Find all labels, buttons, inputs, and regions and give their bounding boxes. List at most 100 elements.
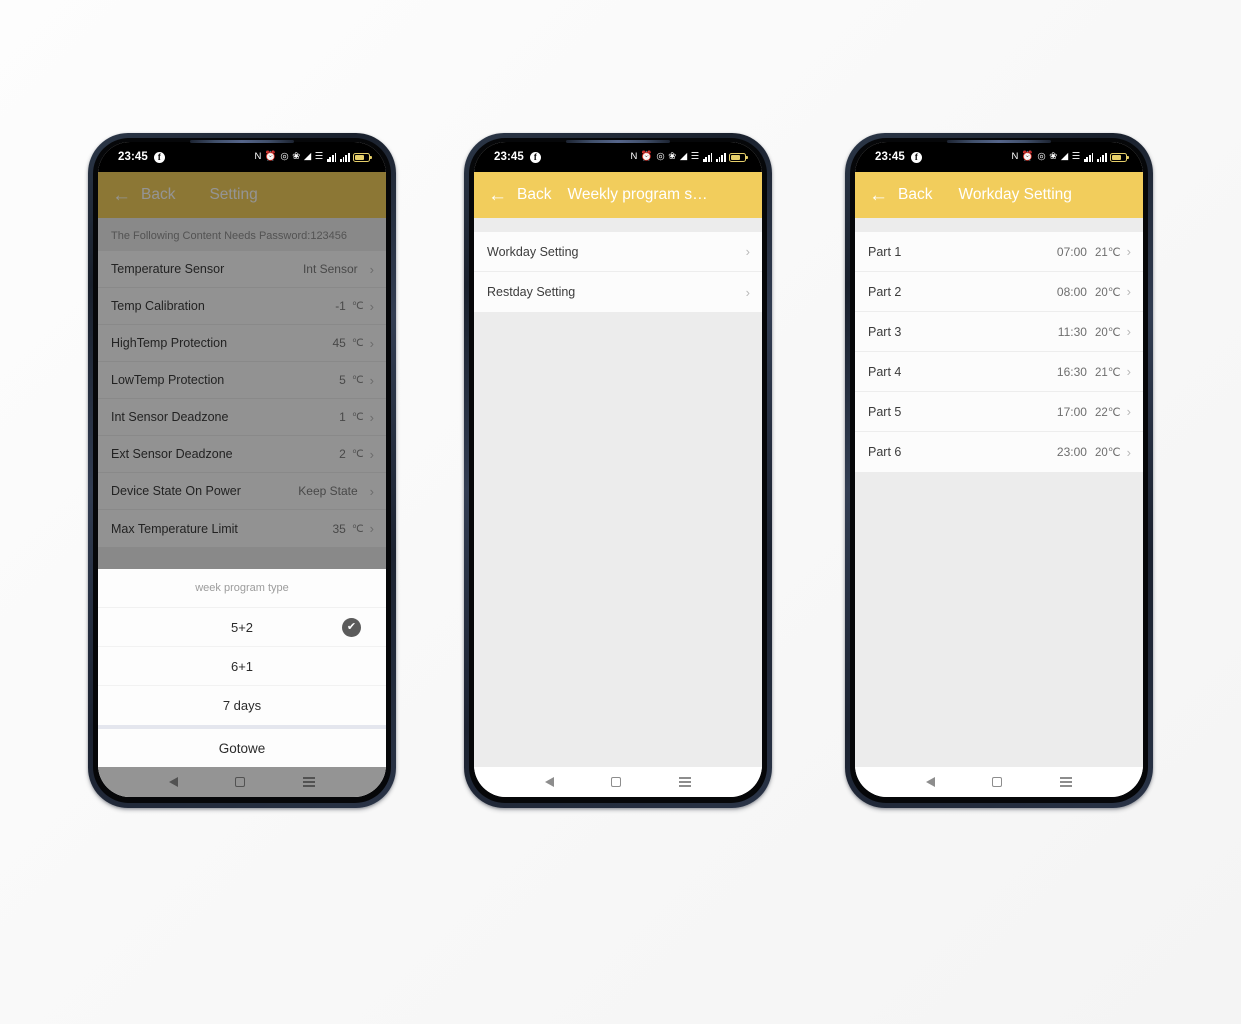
status-bar: 23:45 f N ⏰ ◎ ❀ ◢ ☰: [474, 142, 762, 172]
sheet-option-6plus1[interactable]: 6+1: [98, 647, 386, 686]
chevron-right-icon: ›: [369, 483, 374, 499]
password-note: The Following Content Needs Password:123…: [98, 218, 386, 251]
back-button-label[interactable]: Back: [517, 186, 551, 204]
earpiece-speaker-icon: [566, 140, 670, 143]
row-unit: ℃: [351, 374, 364, 386]
row-value: Keep State: [298, 484, 358, 498]
sheet-option-5plus2[interactable]: 5+2 ✔: [98, 608, 386, 647]
list-item-workday-setting[interactable]: Workday Setting ›: [474, 232, 762, 272]
sheet-option-7days[interactable]: 7 days: [98, 686, 386, 725]
done-button[interactable]: Gotowe: [98, 729, 386, 767]
page-title: Setting: [209, 186, 258, 203]
content-top-spacer: [855, 218, 1143, 232]
row-label: Part 6: [868, 445, 902, 459]
battery-icon: [1110, 152, 1129, 162]
nav-back-icon[interactable]: [168, 777, 178, 787]
list-item[interactable]: Part 6 23:00 20℃ ›: [855, 432, 1143, 472]
nav-back-icon[interactable]: [925, 777, 935, 787]
list-item[interactable]: HighTemp Protection 45 ℃ ›: [98, 325, 386, 362]
list-item-restday-setting[interactable]: Restday Setting ›: [474, 272, 762, 312]
facebook-icon: f: [153, 151, 165, 163]
nav-menu-icon[interactable]: [1060, 777, 1073, 787]
nav-menu-icon[interactable]: [303, 777, 316, 787]
row-label: Workday Setting: [487, 244, 579, 259]
phone-1-screen: 23:45 f N ⏰ ◎ ❀ ◢ ☰ ← Back Setting The F…: [98, 142, 386, 797]
alarm-icon: ⏰: [264, 151, 277, 163]
nfc-icon: N: [1011, 151, 1019, 163]
list-item[interactable]: Temperature Sensor Int Sensor ›: [98, 251, 386, 288]
list-item[interactable]: Part 2 08:00 20℃ ›: [855, 272, 1143, 312]
back-arrow-icon[interactable]: ←: [488, 186, 507, 205]
list-item[interactable]: Max Temperature Limit 35 ℃ ›: [98, 510, 386, 547]
nav-home-icon[interactable]: [611, 777, 622, 787]
row-value-group: 08:00 20℃ ›: [1057, 285, 1131, 299]
nav-back-icon[interactable]: [544, 777, 554, 787]
row-label: Device State On Power: [111, 484, 241, 498]
check-circle-icon: ✔: [342, 617, 361, 637]
chevron-right-icon: ›: [369, 409, 374, 425]
phone-2-bezel: 23:45 f N ⏰ ◎ ❀ ◢ ☰ ← Back Weekly progra…: [469, 138, 767, 803]
row-value-group: 07:00 21℃ ›: [1057, 245, 1131, 259]
location-icon: ◎: [280, 151, 289, 163]
row-label: Part 1: [868, 244, 902, 259]
list-item[interactable]: Part 1 07:00 21℃ ›: [855, 232, 1143, 272]
list-item[interactable]: Temp Calibration -1 ℃ ›: [98, 288, 386, 325]
nav-home-icon[interactable]: [235, 777, 246, 787]
chevron-right-icon: ›: [1126, 244, 1131, 259]
phone-3-bezel: 23:45 f N ⏰ ◎ ❀ ◢ ☰ ← Back Workday Setti…: [850, 138, 1148, 803]
list-item[interactable]: LowTemp Protection 5 ℃ ›: [98, 362, 386, 399]
chevron-right-icon: ›: [369, 335, 374, 351]
nav-home-icon[interactable]: [992, 777, 1003, 787]
phone-3-screen: 23:45 f N ⏰ ◎ ❀ ◢ ☰ ← Back Workday Setti…: [855, 142, 1143, 797]
alarm-icon: ⏰: [640, 151, 653, 163]
back-arrow-icon[interactable]: ←: [869, 186, 888, 205]
signal-2-icon: [715, 152, 726, 162]
list-item[interactable]: Int Sensor Deadzone 1 ℃ ›: [98, 399, 386, 436]
bluetooth-icon: ❀: [292, 151, 301, 163]
row-value: 5: [339, 373, 346, 387]
chevron-right-icon: ›: [369, 521, 374, 536]
row-temp: 21℃: [1094, 246, 1121, 259]
row-temp: 21℃: [1094, 366, 1121, 379]
phone-2-content: Workday Setting › Restday Setting ›: [474, 218, 762, 767]
back-button-label[interactable]: Back: [141, 186, 175, 204]
row-label: Part 5: [868, 404, 902, 419]
settings-list: Temperature Sensor Int Sensor › Temp Cal…: [98, 251, 386, 547]
chevron-right-icon: ›: [1126, 364, 1131, 379]
back-arrow-icon[interactable]: ←: [112, 186, 131, 205]
status-bar-left: 23:45 f: [118, 151, 165, 163]
list-item[interactable]: Part 3 11:30 20℃ ›: [855, 312, 1143, 352]
row-value-group: 1 ℃ ›: [339, 410, 374, 424]
chevron-right-icon: ›: [745, 244, 750, 259]
row-value-group: Keep State ›: [298, 484, 374, 498]
list-item[interactable]: Ext Sensor Deadzone 2 ℃ ›: [98, 436, 386, 473]
row-label: Temperature Sensor: [111, 262, 225, 276]
row-unit: ℃: [351, 300, 364, 312]
row-value: 35: [332, 521, 346, 536]
row-value-group: 16:30 21℃ ›: [1057, 365, 1131, 379]
nfc-icon: N: [254, 151, 262, 163]
row-unit: ℃: [351, 337, 364, 349]
app-bar-workday-setting: ← Back Workday Setting: [855, 172, 1143, 218]
row-time: 11:30: [1057, 324, 1087, 339]
row-value-group: 45 ℃ ›: [333, 336, 375, 350]
wifi-icon: ◢: [679, 151, 688, 163]
row-value-group: 23:00 20℃ ›: [1057, 445, 1131, 459]
nav-menu-icon[interactable]: [679, 777, 692, 787]
list-item[interactable]: Part 5 17:00 22℃ ›: [855, 392, 1143, 432]
row-label: Part 2: [868, 284, 902, 299]
facebook-icon: f: [910, 151, 922, 163]
alarm-icon: ⏰: [1021, 151, 1034, 163]
status-time: 23:45: [494, 151, 524, 163]
list-item[interactable]: Device State On Power Keep State ›: [98, 473, 386, 510]
status-bar-right: N ⏰ ◎ ❀ ◢ ☰: [1011, 151, 1129, 163]
list-item[interactable]: Part 4 16:30 21℃ ›: [855, 352, 1143, 392]
chevron-right-icon: ›: [369, 261, 374, 277]
row-unit: ℃: [351, 448, 364, 460]
back-button-label[interactable]: Back: [898, 186, 932, 204]
row-time: 16:30: [1056, 364, 1087, 379]
status-time: 23:45: [118, 151, 148, 163]
chevron-right-icon: ›: [1126, 404, 1131, 419]
bluetooth-icon: ❀: [668, 151, 677, 163]
location-icon: ◎: [656, 151, 665, 163]
